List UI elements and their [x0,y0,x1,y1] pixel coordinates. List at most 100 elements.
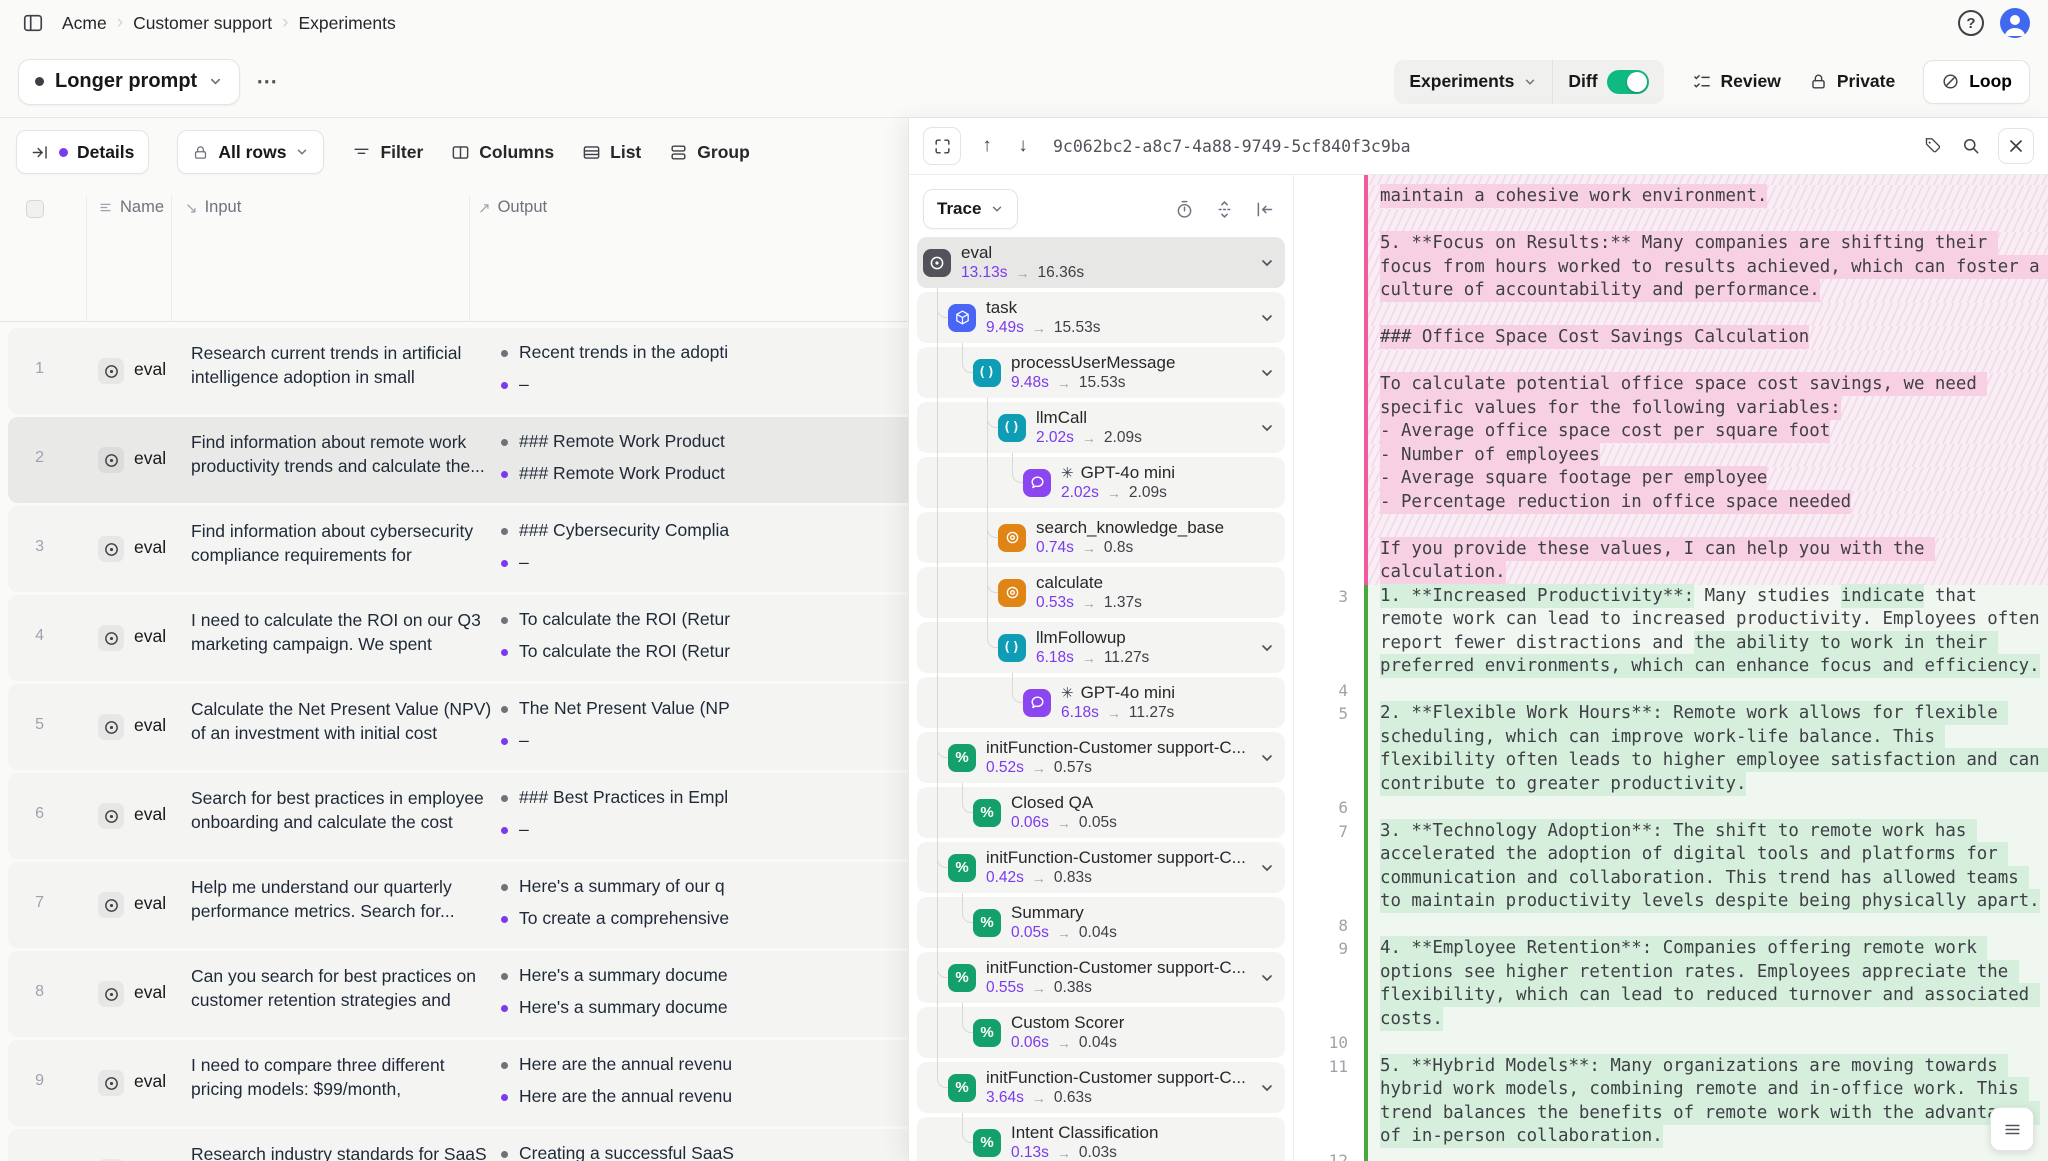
trace-span-row[interactable]: %Intent Classification0.13s→0.03s [917,1117,1285,1161]
row-name: eval [134,359,166,380]
output-line: To create a comprehensive [501,908,729,932]
row-name: eval [134,1071,166,1092]
experiment-selector[interactable]: Longer prompt [18,59,240,105]
diff-toggle[interactable] [1607,70,1649,94]
rows-filter-dropdown[interactable]: All rows [177,130,324,174]
llm-icon [1023,689,1051,717]
list-icon [582,143,601,162]
previous-row-icon[interactable]: ↑ [971,129,1003,163]
columns-button[interactable]: Columns [451,142,554,163]
text-type-icon [98,200,113,215]
help-icon[interactable]: ? [1958,10,1984,36]
details-label: Details [77,142,134,163]
diff-line-number [1294,373,1364,420]
span-timing: 0.53s→1.37s [1036,594,1142,612]
tool-icon [998,579,1026,607]
span-timing: 6.18s→11.27s [1036,649,1149,667]
trace-span-row[interactable]: %initFunction-Customer support-C...0.52s… [917,732,1285,783]
search-icon[interactable] [1954,129,1988,163]
trace-span-row[interactable]: %initFunction-Customer support-C...0.55s… [917,952,1285,1003]
close-icon[interactable] [1998,128,2034,164]
trace-span-row[interactable]: %Custom Scorer0.06s→0.04s [917,1007,1285,1058]
diff-added-line: 4 [1294,679,2048,703]
scorer-icon: % [973,1019,1001,1047]
chevron-down-icon[interactable] [1259,640,1275,656]
chevron-down-icon[interactable] [1259,365,1275,381]
collapse-panel-icon[interactable] [1251,196,1277,222]
eval-icon [98,981,124,1007]
next-row-icon[interactable]: ↓ [1007,129,1039,163]
sidebar-toggle-icon[interactable] [18,8,48,38]
chevron-down-icon[interactable] [1259,860,1275,876]
trace-span-row[interactable]: ✳GPT-4o mini6.18s→11.27s [917,677,1285,728]
open-logs-icon[interactable] [1990,1107,2034,1151]
trace-span-row[interactable]: ()processUserMessage9.48s→15.53s [917,347,1285,398]
span-info: processUserMessage9.48s→15.53s [1011,353,1175,392]
filter-button[interactable]: Filter [352,142,423,163]
group-label: Group [697,142,750,163]
tag-icon[interactable] [1916,129,1950,163]
chevron-down-icon[interactable] [1259,420,1275,436]
list-button[interactable]: List [582,142,641,163]
chevron-down-icon[interactable] [1259,970,1275,986]
timing-arrow-icon: → [1082,540,1096,556]
column-header-output[interactable]: ↗ Output [478,198,547,217]
avatar[interactable] [2000,8,2030,38]
output-line: – [501,819,728,843]
trace-span-row[interactable]: ()llmFollowup6.18s→11.27s [917,622,1285,673]
diff-label: Diff [1568,71,1597,92]
view-selector-dropdown[interactable]: Experiments [1394,60,1552,104]
more-options-icon[interactable]: ⋯ [256,69,278,94]
expand-trace-icon[interactable] [923,127,961,165]
span-info: initFunction-Customer support-C...0.42s→… [986,848,1246,887]
breadcrumb-org[interactable]: Acme [62,13,107,34]
trace-span-row[interactable]: ()llmCall2.02s→2.09s [917,402,1285,453]
output-diff-viewer: maintain a cohesive work environment.5. … [1294,175,2048,1161]
timing-icon[interactable] [1171,196,1197,222]
chevron-down-icon[interactable] [1259,1080,1275,1096]
span-info: search_knowledge_base0.74s→0.8s [1036,518,1224,557]
trace-span-row[interactable]: %initFunction-Customer support-C...0.42s… [917,842,1285,893]
group-button[interactable]: Group [669,142,750,163]
experiment-status-dot [35,77,44,86]
lock-icon [1809,72,1828,91]
tree-elbow-line [1012,673,1023,703]
trace-view-dropdown[interactable]: Trace [923,189,1018,229]
trace-span-row[interactable]: %initFunction-Customer support-C...3.64s… [917,1062,1285,1113]
private-button[interactable]: Private [1809,71,1895,92]
diff-line-number [1294,350,1364,374]
breadcrumb-project[interactable]: Customer support [133,13,272,34]
trace-detail-panel: ↑ ↓ 9c062bc2-a8c7-4a88-9749-5cf840f3c9ba… [908,118,2048,1161]
output-line: Here are the annual revenu [501,1054,732,1078]
details-button[interactable]: Details [16,130,149,174]
loop-button[interactable]: Loop [1923,60,2030,104]
span-duration: 0.55s [986,979,1024,997]
diff-text: 5. **Hybrid Models**: Many organizations… [1368,1055,2048,1149]
breadcrumb-section[interactable]: Experiments [298,13,395,34]
trace-span-row[interactable]: %Summary0.05s→0.04s [917,897,1285,948]
select-all-checkbox[interactable] [26,200,44,218]
output-line: – [501,730,730,754]
trace-span-row[interactable]: calculate0.53s→1.37s [917,567,1285,618]
diff-text [1368,679,2048,703]
column-header-name[interactable]: Name [98,198,164,217]
tree-elbow-line [937,728,948,758]
span-duration: 13.13s [961,264,1008,282]
trace-span-row[interactable]: ✳GPT-4o mini2.02s→2.09s [917,457,1285,508]
trace-span-row[interactable]: search_knowledge_base0.74s→0.8s [917,512,1285,563]
chevron-down-icon[interactable] [1259,750,1275,766]
column-header-input[interactable]: ↘ Input [185,198,241,217]
review-button[interactable]: Review [1692,71,1781,92]
expand-all-icon[interactable] [1211,196,1237,222]
chevron-down-icon[interactable] [1259,255,1275,271]
output-line: The Net Present Value (NP [501,698,730,722]
trace-span-row[interactable]: eval13.13s→16.36s [917,237,1285,288]
eval-icon [98,358,124,384]
scorer-icon: % [973,799,1001,827]
trace-span-row[interactable]: %Closed QA0.06s→0.05s [917,787,1285,838]
tree-guide-line [937,453,938,508]
timing-arrow-icon: → [1107,705,1121,721]
trace-span-row[interactable]: task9.49s→15.53s [917,292,1285,343]
diff-text: - Average office space cost per square f… [1368,420,2048,444]
chevron-down-icon[interactable] [1259,310,1275,326]
